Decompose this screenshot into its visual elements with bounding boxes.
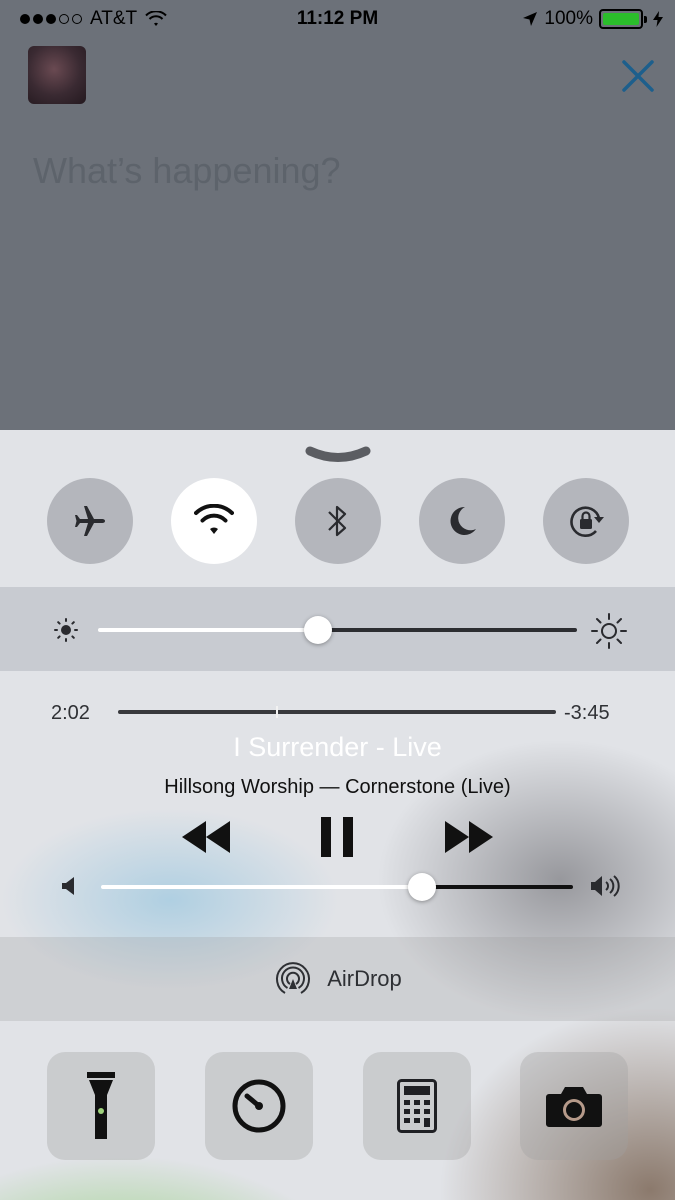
bluetooth-toggle[interactable] xyxy=(295,478,381,564)
close-icon[interactable] xyxy=(618,56,658,96)
brightness-high-icon xyxy=(591,613,627,649)
timer-button[interactable] xyxy=(205,1052,313,1160)
battery-icon xyxy=(599,9,647,29)
volume-low-icon xyxy=(62,877,74,895)
rotation-lock-toggle[interactable] xyxy=(543,478,629,564)
flashlight-icon xyxy=(87,1072,115,1139)
avatar[interactable] xyxy=(28,46,86,104)
status-right: 100% xyxy=(522,8,663,30)
brightness-track-filled xyxy=(98,628,319,632)
location-arrow-icon xyxy=(523,12,538,26)
chevron-down-icon[interactable] xyxy=(305,446,371,466)
timer-icon xyxy=(232,1079,286,1133)
fast-forward-icon[interactable] xyxy=(443,815,495,859)
calculator-button[interactable] xyxy=(363,1052,471,1160)
moon-icon xyxy=(450,506,476,535)
calculator-icon xyxy=(397,1079,437,1133)
charging-bolt-icon xyxy=(653,11,663,27)
song-artist-album: Hillsong Worship — Cornerstone (Live) xyxy=(164,776,511,798)
volume-track-filled xyxy=(101,885,422,889)
volume-track-remaining xyxy=(421,885,573,889)
wifi-icon xyxy=(194,504,234,534)
camera-button[interactable] xyxy=(520,1052,628,1160)
do-not-disturb-toggle[interactable] xyxy=(419,478,505,564)
brightness-track-remaining xyxy=(318,628,577,632)
volume-high-icon xyxy=(591,875,620,897)
rotation-lock-icon xyxy=(570,506,604,538)
flashlight-button[interactable] xyxy=(47,1052,155,1160)
airdrop-icon xyxy=(276,962,311,994)
remaining-time: -3:45 xyxy=(564,702,610,724)
brightness-low-icon xyxy=(54,618,78,642)
bluetooth-icon xyxy=(328,505,347,537)
battery-percent: 100% xyxy=(544,8,593,29)
volume-slider[interactable] xyxy=(407,873,436,901)
airdrop-label: AirDrop xyxy=(327,966,402,991)
control-center: 2:02 -3:45 I Surrender - Live Hillsong W… xyxy=(0,430,675,1200)
airplane-mode-toggle[interactable] xyxy=(47,478,133,564)
rewind-icon[interactable] xyxy=(180,815,232,859)
status-bar: AT&T 11:12 PM 100% xyxy=(0,0,675,40)
wifi-toggle[interactable] xyxy=(171,478,257,564)
airplane-icon xyxy=(75,506,105,536)
elapsed-time: 2:02 xyxy=(51,702,90,724)
brightness-section xyxy=(0,587,675,671)
camera-icon xyxy=(546,1087,602,1127)
compose-input[interactable]: What’s happening? xyxy=(33,150,341,192)
song-progress-track[interactable] xyxy=(118,710,556,714)
airdrop-button[interactable]: AirDrop xyxy=(0,937,675,1021)
brightness-slider[interactable] xyxy=(304,616,333,644)
toggle-row xyxy=(0,478,675,564)
song-progress-marker[interactable] xyxy=(275,706,278,718)
compose-screen: AT&T 11:12 PM 100% What’s happening? xyxy=(0,0,675,430)
song-title: I Surrender - Live xyxy=(233,732,442,762)
pause-icon[interactable] xyxy=(318,815,356,859)
